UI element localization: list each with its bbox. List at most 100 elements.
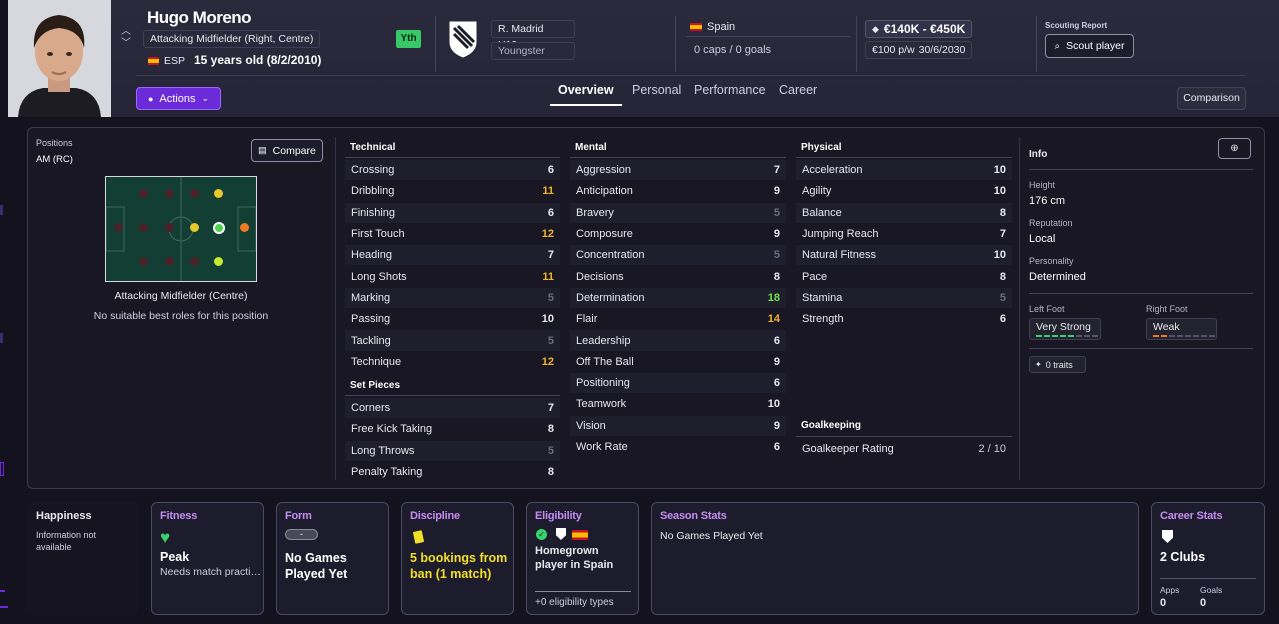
position-dot-amc-selected[interactable] [213, 222, 225, 234]
contract-info[interactable]: €100 p/w 30/6/2030 [865, 41, 972, 59]
form-title: Form [285, 510, 312, 522]
comparison-button[interactable]: Comparison [1177, 87, 1246, 110]
goalkeeper-rating-value: 2 / 10 [978, 443, 1006, 455]
goalkeeping-title: Goalkeeping [801, 420, 862, 431]
transfer-value[interactable]: ◆ €140K - €450K [865, 20, 972, 38]
eligibility-footer: +0 eligibility types [535, 597, 614, 608]
attribute-row-pace[interactable]: Pace 8 [796, 267, 1012, 287]
attribute-name: Technique [351, 355, 402, 368]
attribute-row-acceleration[interactable]: Acceleration 10 [796, 160, 1012, 181]
foot-meter-segment [1084, 335, 1090, 337]
eligibility-card[interactable]: Eligibility ✓ Homegrown player in Spain … [526, 502, 639, 615]
attribute-name: Determination [576, 291, 645, 304]
attribute-value: 8 [999, 206, 1006, 219]
goals-label: Goals [1200, 585, 1223, 595]
squad-status: Youngster [491, 42, 575, 60]
attribute-row-decisions[interactable]: Decisions 8 [570, 267, 786, 287]
player-nationality: ESP [148, 55, 185, 67]
position-dot-dc [114, 223, 123, 232]
compare-icon: ▤ [258, 145, 267, 155]
discipline-card[interactable]: Discipline 5 bookings from ban (1 match) [401, 502, 514, 615]
attribute-row-vision[interactable]: Vision 9 [570, 415, 786, 436]
contract-expiry: 30/6/2030 [918, 44, 966, 56]
goalkeeper-rating-row: Goalkeeper Rating 2 / 10 [796, 439, 1012, 459]
career-stats-card[interactable]: Career Stats 2 Clubs Apps Goals 0 0 [1151, 502, 1265, 615]
attribute-name: Penalty Taking [351, 466, 423, 479]
attribute-row-marking[interactable]: Marking 5 [345, 287, 560, 309]
attribute-row-dribbling[interactable]: Dribbling 11 [345, 181, 560, 201]
club-crest-icon[interactable] [448, 20, 478, 58]
attribute-row-first-touch[interactable]: First Touch 12 [345, 224, 560, 244]
form-card[interactable]: Form - No Games Played Yet [276, 502, 389, 615]
attribute-row-long-throws[interactable]: Long Throws 5 [345, 440, 560, 461]
attribute-name: Bravery [576, 206, 614, 219]
attribute-row-bravery[interactable]: Bravery 5 [570, 202, 786, 223]
previous-player-arrow[interactable]: ︿ [120, 26, 132, 38]
attribute-row-free-kick-taking[interactable]: Free Kick Taking 8 [345, 419, 560, 439]
attribute-row-concentration[interactable]: Concentration 5 [570, 245, 786, 266]
attribute-row-composure[interactable]: Composure 9 [570, 224, 786, 244]
attribute-row-aggression[interactable]: Aggression 7 [570, 160, 786, 181]
attribute-value: 9 [773, 355, 780, 368]
club-name[interactable]: R. Madrid U19s [491, 20, 575, 51]
right-foot-meter [1153, 335, 1215, 337]
traits-button[interactable]: ✦ 0 traits [1029, 356, 1086, 373]
attribute-row-passing[interactable]: Passing 10 [345, 309, 560, 329]
discipline-title: Discipline [410, 510, 460, 522]
attribute-name: Agility [802, 185, 832, 198]
happiness-card[interactable]: Happiness Information not available [27, 502, 139, 615]
attribute-name: Free Kick Taking [351, 423, 433, 436]
pitch-diagram[interactable] [105, 176, 257, 282]
attribute-row-determination[interactable]: Determination 18 [570, 287, 786, 309]
attribute-row-technique[interactable]: Technique 12 [345, 352, 560, 372]
attribute-row-jumping-reach[interactable]: Jumping Reach 7 [796, 224, 1012, 244]
attribute-row-off-the-ball[interactable]: Off The Ball 9 [570, 352, 786, 372]
attribute-row-stamina[interactable]: Stamina 5 [796, 287, 1012, 309]
attribute-row-finishing[interactable]: Finishing 6 [345, 202, 560, 223]
right-foot-box: Weak [1146, 318, 1217, 340]
attribute-row-flair[interactable]: Flair 14 [570, 309, 786, 329]
attribute-value: 10 [767, 398, 780, 411]
attribute-row-heading[interactable]: Heading 7 [345, 245, 560, 266]
player-age: 15 years old (8/2/2010) [194, 53, 322, 67]
position-dot-dmr [139, 189, 148, 198]
attribute-name: Long Shots [351, 270, 407, 283]
divider [435, 16, 436, 72]
attribute-value: 5 [547, 334, 554, 347]
attribute-row-work-rate[interactable]: Work Rate 6 [570, 437, 786, 457]
season-stats-card[interactable]: Season Stats No Games Played Yet [651, 502, 1139, 615]
attribute-row-crossing[interactable]: Crossing 6 [345, 160, 560, 181]
attribute-value: 10 [993, 185, 1006, 198]
attribute-row-leadership[interactable]: Leadership 6 [570, 330, 786, 351]
attribute-row-agility[interactable]: Agility 10 [796, 181, 1012, 201]
attribute-row-penalty-taking[interactable]: Penalty Taking 8 [345, 462, 560, 482]
attribute-row-strength[interactable]: Strength 6 [796, 309, 1012, 329]
attribute-row-tackling[interactable]: Tackling 5 [345, 330, 560, 351]
tab-career[interactable]: Career [779, 83, 817, 97]
fitness-card[interactable]: Fitness ♥ Peak Needs match practi… [151, 502, 264, 615]
next-player-arrow[interactable]: ﹀ [120, 38, 132, 50]
tab-overview[interactable]: Overview [558, 83, 614, 97]
scout-player-button[interactable]: ⌕ Scout player [1045, 34, 1134, 58]
attribute-row-corners[interactable]: Corners 7 [345, 398, 560, 419]
eligibility-divider [535, 591, 631, 592]
attribute-row-balance[interactable]: Balance 8 [796, 202, 1012, 223]
attribute-row-positioning[interactable]: Positioning 6 [570, 373, 786, 394]
tab-performance[interactable]: Performance [694, 83, 766, 97]
compare-button[interactable]: ▤ Compare [251, 139, 323, 162]
attribute-name: Positioning [576, 377, 630, 390]
info-settings-button[interactable]: ⊕ [1218, 138, 1251, 159]
attribute-row-anticipation[interactable]: Anticipation 9 [570, 181, 786, 201]
attribute-row-long-shots[interactable]: Long Shots 11 [345, 267, 560, 287]
attribute-name: Passing [351, 313, 391, 326]
set-pieces-underline [345, 395, 560, 396]
nation-link[interactable]: Spain [690, 21, 735, 33]
player-position: Attacking Midfielder (Right, Centre) [143, 30, 321, 48]
attribute-name: Marking [351, 291, 391, 304]
actions-button[interactable]: ● Actions ⌄ [136, 87, 221, 110]
divider [1019, 137, 1020, 480]
tab-personal[interactable]: Personal [632, 83, 681, 97]
attribute-row-teamwork[interactable]: Teamwork 10 [570, 394, 786, 414]
attribute-row-natural-fitness[interactable]: Natural Fitness 10 [796, 245, 1012, 266]
attribute-value: 5 [773, 249, 780, 262]
